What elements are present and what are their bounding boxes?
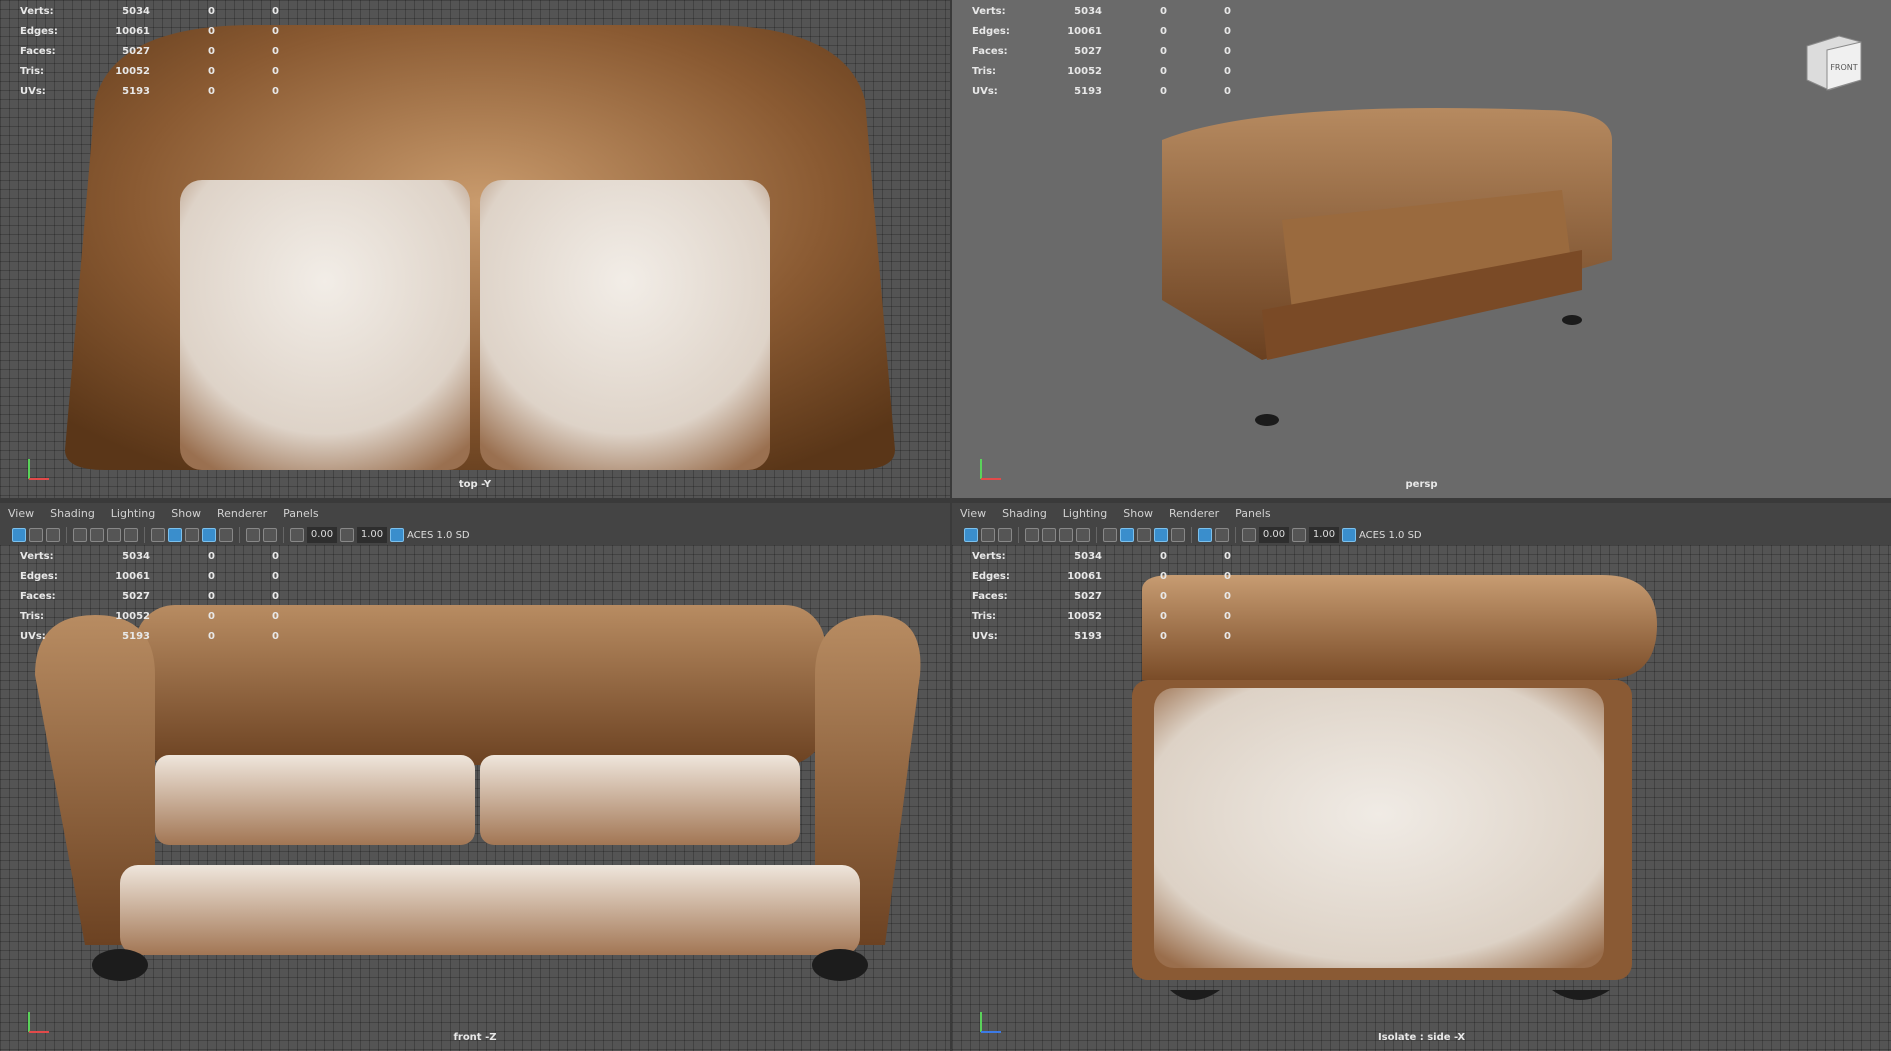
grid-icon[interactable] bbox=[1042, 528, 1056, 542]
menu-view[interactable]: View bbox=[952, 507, 994, 520]
viewport-front[interactable]: Verts: 5034 0 0 Edges: 10061 0 0 Faces: 5027 0 0 … bbox=[0, 545, 950, 1051]
grid-icon[interactable] bbox=[90, 528, 104, 542]
exposure-field[interactable]: 0.00 bbox=[307, 527, 337, 543]
menu-renderer[interactable]: Renderer bbox=[1161, 507, 1227, 520]
gamma-icon[interactable] bbox=[340, 528, 354, 542]
menu-view[interactable]: View bbox=[0, 507, 42, 520]
xray-icon[interactable] bbox=[246, 528, 260, 542]
smooth-shade-icon[interactable] bbox=[168, 528, 182, 542]
menu-show[interactable]: Show bbox=[163, 507, 209, 520]
smooth-shade-icon[interactable] bbox=[1120, 528, 1134, 542]
resolution-gate-icon[interactable] bbox=[124, 528, 138, 542]
maya-four-view-layout: Verts: 5034 0 0 Edges: 10061 0 0 Faces: 5027 0 0 … bbox=[0, 0, 1891, 1051]
isolate-icon[interactable] bbox=[263, 528, 277, 542]
lights-icon[interactable] bbox=[1154, 528, 1168, 542]
gamma-field[interactable]: 1.00 bbox=[357, 527, 387, 543]
panel-menu-bar: View Shading Lighting Show Renderer Pane… bbox=[0, 503, 950, 523]
exposure-icon[interactable] bbox=[1242, 528, 1256, 542]
viewport-label: persp bbox=[1405, 479, 1438, 490]
shadows-icon[interactable] bbox=[219, 528, 233, 542]
menu-lighting[interactable]: Lighting bbox=[1055, 507, 1115, 520]
view-cube-face-label: FRONT bbox=[1830, 63, 1857, 72]
wireframe-icon[interactable] bbox=[1103, 528, 1117, 542]
film-gate-icon[interactable] bbox=[1059, 528, 1073, 542]
viewport-label: front -Z bbox=[453, 1032, 497, 1043]
gamma-icon[interactable] bbox=[1292, 528, 1306, 542]
image-plane-icon[interactable] bbox=[1025, 528, 1039, 542]
select-camera-icon[interactable] bbox=[12, 528, 26, 542]
xray-icon[interactable] bbox=[1215, 528, 1229, 542]
image-plane-icon[interactable] bbox=[73, 528, 87, 542]
sofa-front-view bbox=[35, 605, 921, 981]
panel-menu-bar: View Shading Lighting Show Renderer Pane… bbox=[952, 503, 1891, 523]
isolate-icon[interactable] bbox=[1198, 528, 1212, 542]
poly-count-hud: Verts: 5034 0 0 Edges: 10061 0 0 Faces: 5027 0 0 … bbox=[20, 6, 279, 97]
viewport-persp[interactable]: Verts: 5034 0 0 Edges: 10061 0 0 Faces: 5027 0 0 … bbox=[952, 0, 1891, 498]
exposure-field[interactable]: 0.00 bbox=[1259, 527, 1289, 543]
gamma-field[interactable]: 1.00 bbox=[1309, 527, 1339, 543]
color-management-icon[interactable] bbox=[390, 528, 404, 542]
menu-shading[interactable]: Shading bbox=[42, 507, 103, 520]
sofa-persp-view bbox=[1162, 108, 1612, 426]
bookmark-icon[interactable] bbox=[46, 528, 60, 542]
poly-count-hud: Verts: 5034 0 0 Edges: 10061 0 0 Faces: 5027 0 0 … bbox=[972, 6, 1231, 97]
menu-panels[interactable]: Panels bbox=[275, 507, 326, 520]
exposure-icon[interactable] bbox=[290, 528, 304, 542]
poly-count-hud: Verts: 5034 0 0 Edges: 10061 0 0 Faces: 5027 0 0 … bbox=[20, 551, 279, 642]
viewport-label: Isolate : side -X bbox=[1377, 1032, 1466, 1043]
panel-toolbar: 0.00 1.00 ACES 1.0 SD bbox=[0, 523, 950, 547]
textured-icon[interactable] bbox=[1137, 528, 1151, 542]
panel-toolbar: 0.00 1.00 ACES 1.0 SD bbox=[952, 523, 1891, 547]
colorspace-label[interactable]: ACES 1.0 SD bbox=[1359, 530, 1422, 541]
film-gate-icon[interactable] bbox=[107, 528, 121, 542]
wireframe-icon[interactable] bbox=[151, 528, 165, 542]
bookmark-icon[interactable] bbox=[998, 528, 1012, 542]
select-camera-icon[interactable] bbox=[964, 528, 978, 542]
shadows-icon[interactable] bbox=[1171, 528, 1185, 542]
poly-count-hud: Verts: 5034 0 0 Edges: 10061 0 0 Faces: 5027 0 0 … bbox=[972, 551, 1231, 642]
viewport-top[interactable]: Verts: 5034 0 0 Edges: 10061 0 0 Faces: 5027 0 0 … bbox=[0, 0, 950, 498]
camera-attributes-icon[interactable] bbox=[981, 528, 995, 542]
menu-renderer[interactable]: Renderer bbox=[209, 507, 275, 520]
textured-icon[interactable] bbox=[185, 528, 199, 542]
viewport-side[interactable]: Verts: 5034 0 0 Edges: 10061 0 0 Faces: 5027 0 0 … bbox=[952, 545, 1891, 1051]
menu-show[interactable]: Show bbox=[1115, 507, 1161, 520]
color-management-icon[interactable] bbox=[1342, 528, 1356, 542]
viewport-label: top -Y bbox=[458, 479, 492, 490]
menu-shading[interactable]: Shading bbox=[994, 507, 1055, 520]
colorspace-label[interactable]: ACES 1.0 SD bbox=[407, 530, 470, 541]
menu-panels[interactable]: Panels bbox=[1227, 507, 1278, 520]
resolution-gate-icon[interactable] bbox=[1076, 528, 1090, 542]
lights-icon[interactable] bbox=[202, 528, 216, 542]
menu-lighting[interactable]: Lighting bbox=[103, 507, 163, 520]
camera-attributes-icon[interactable] bbox=[29, 528, 43, 542]
view-cube-icon[interactable]: FRONT bbox=[1799, 28, 1869, 98]
